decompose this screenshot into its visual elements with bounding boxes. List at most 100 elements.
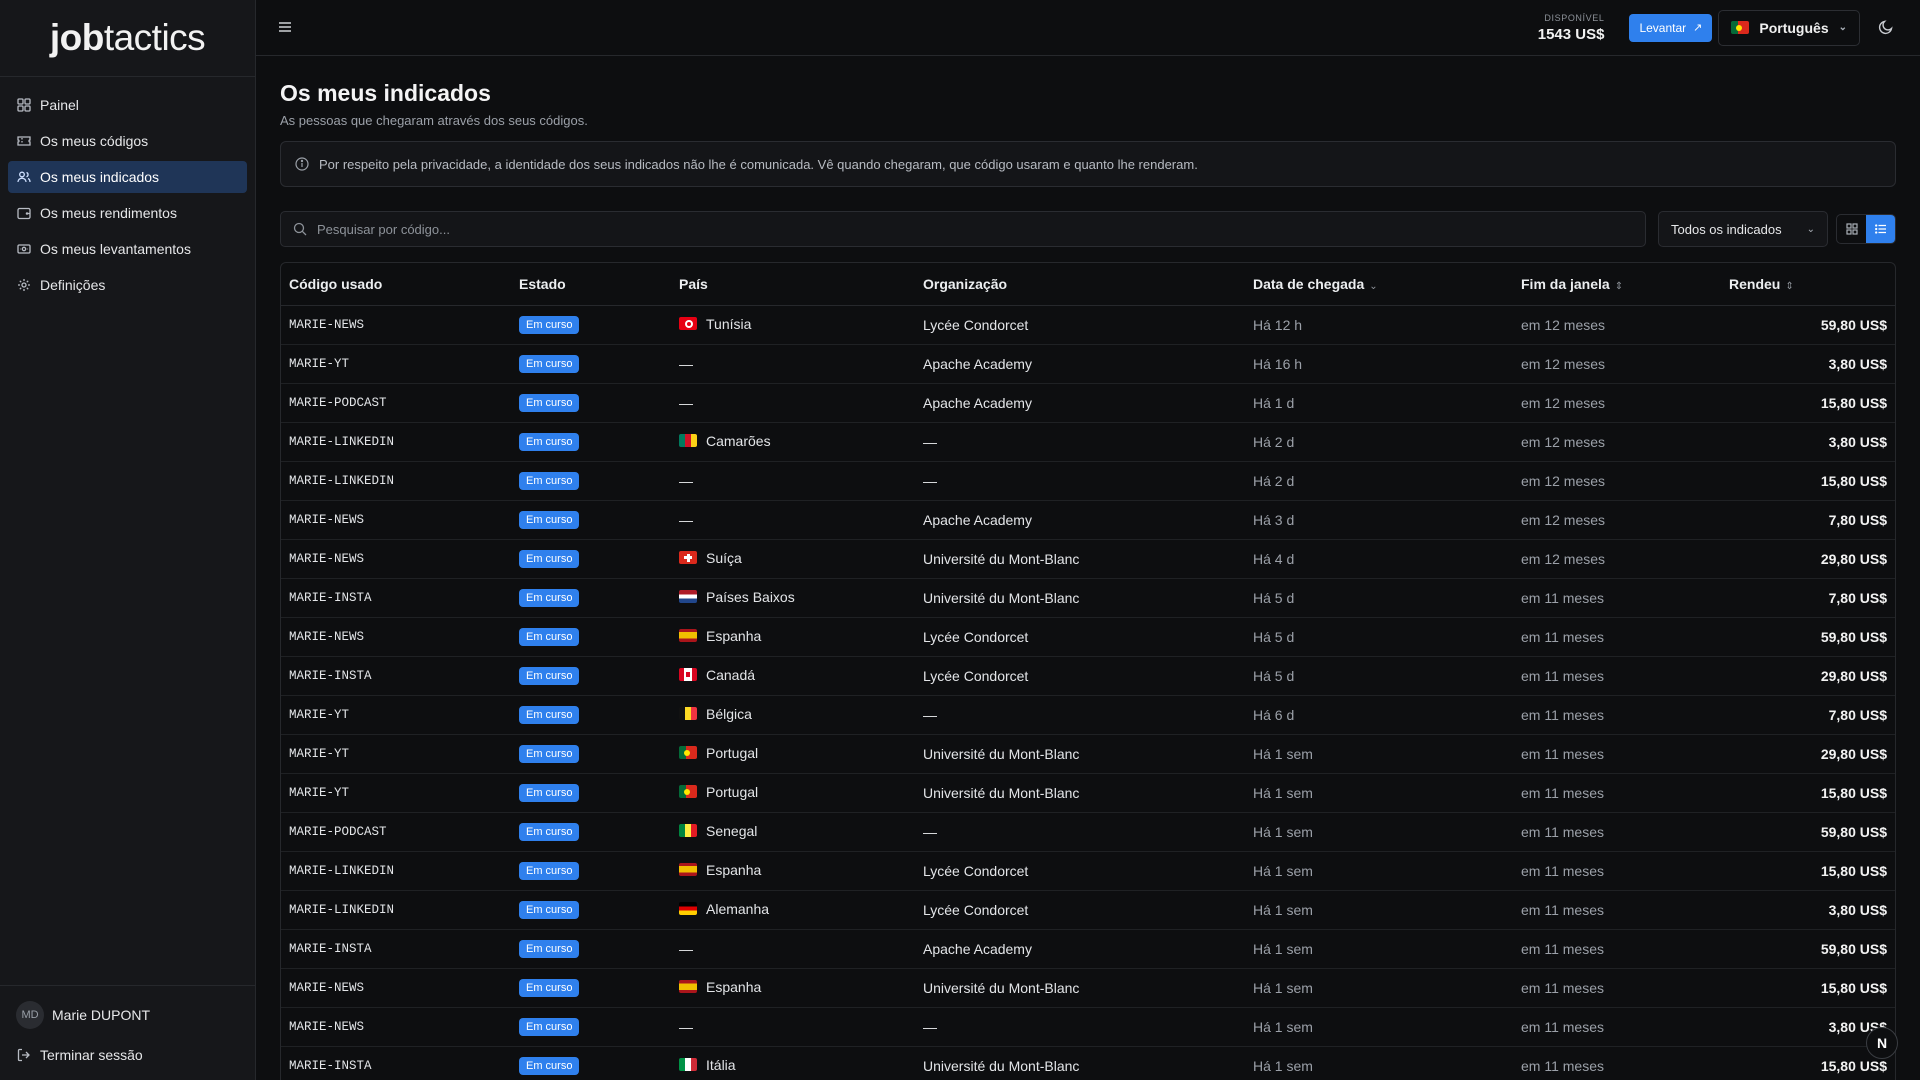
country-name: Alemanha <box>706 900 770 917</box>
sidebar-item-definicoes[interactable]: Definições <box>8 269 247 301</box>
code-cell: MARIE-LINKEDIN <box>281 890 511 930</box>
logout-button[interactable]: Terminar sessão <box>8 1038 247 1072</box>
status-cell: Em curso <box>511 500 671 540</box>
table-row[interactable]: MARIE-PODCAST Em curso Senegal — Há 1 sem em … <box>281 812 1895 852</box>
table-row[interactable]: MARIE-NEWS Em curso — — Há 1 sem em 11 meses 3… <box>281 1007 1895 1047</box>
table-row[interactable]: MARIE-NEWS Em curso Tunísia Lycée Condorcet… <box>281 305 1895 345</box>
it-flag-icon <box>679 1058 697 1072</box>
country: Alemanha <box>679 901 769 917</box>
portugal-flag-icon <box>1731 21 1750 34</box>
logout-icon <box>16 1047 32 1063</box>
table-row[interactable]: MARIE-INSTA Em curso — Apache Academy Há 1 s… <box>281 929 1895 969</box>
sidebar-item-painel[interactable]: Painel <box>8 89 247 121</box>
country-name: — <box>679 1018 693 1035</box>
country-name: Espanha <box>706 978 762 995</box>
table-row[interactable]: MARIE-LINKEDIN Em curso Camarões — Há 2 d em … <box>281 422 1895 462</box>
organization-cell: Apache Academy <box>915 383 1245 423</box>
table-row[interactable]: MARIE-INSTA Em curso Itália Université du M… <box>281 1046 1895 1080</box>
col-header-window-end[interactable]: Fim da janela ⇕ <box>1513 263 1721 306</box>
arrival-cell: Há 1 sem <box>1245 734 1513 774</box>
country-name: — <box>679 472 693 489</box>
withdraw-button[interactable]: Levantar ↗ <box>1629 13 1713 42</box>
table-header-row: Código usado Estado País Organização Dat… <box>281 263 1895 306</box>
organization-cell: Apache Academy <box>915 500 1245 540</box>
table-row[interactable]: MARIE-LINKEDIN Em curso Alemanha Lycée Cond… <box>281 890 1895 930</box>
notice-text: Por respeito pela privacidade, a identid… <box>319 156 1198 172</box>
filter-select[interactable]: Todos os indicados ⌄ <box>1658 211 1828 247</box>
sidebar-item-label: Definições <box>40 277 106 293</box>
table-row[interactable]: MARIE-NEWS Em curso Espanha Université du M… <box>281 968 1895 1008</box>
moon-icon[interactable] <box>1878 19 1896 37</box>
country-cell: Espanha <box>671 968 915 1008</box>
table-row[interactable]: MARIE-LINKEDIN Em curso Espanha Lycée Condo… <box>281 851 1895 891</box>
search-input[interactable] <box>317 221 1633 237</box>
sidebar-item-levantamentos[interactable]: Os meus levantamentos <box>8 233 247 265</box>
country-name: Camarões <box>706 432 771 449</box>
arrival-cell: Há 1 sem <box>1245 851 1513 891</box>
code-cell: MARIE-PODCAST <box>281 383 511 423</box>
col-header-status: Estado <box>511 263 671 306</box>
sidebar-item-label: Os meus códigos <box>40 133 149 149</box>
country-name: — <box>679 511 693 528</box>
organization-cell: Université du Mont-Blanc <box>915 773 1245 813</box>
sidebar-item-codigos[interactable]: Os meus códigos <box>8 125 247 157</box>
wallet-icon <box>16 205 32 221</box>
status-badge: Em curso <box>519 589 580 607</box>
sidebar-item-indicados[interactable]: Os meus indicados <box>8 161 247 193</box>
status-cell: Em curso <box>511 773 671 813</box>
chevron-down-icon: ⌄ <box>1838 22 1847 33</box>
language-label: Português <box>1759 19 1829 36</box>
table-row[interactable]: MARIE-NEWS Em curso Espanha Lycée Condorcet… <box>281 617 1895 657</box>
table-row[interactable]: MARIE-NEWS Em curso Suíça Université du Mon… <box>281 539 1895 579</box>
code-cell: MARIE-YT <box>281 344 511 384</box>
ch-flag-icon <box>679 551 697 565</box>
country-cell: Espanha <box>671 617 915 657</box>
table-row[interactable]: MARIE-YT Em curso Bélgica — Há 6 d em 11 mese… <box>281 695 1895 735</box>
country: Espanha <box>679 979 761 995</box>
table-row[interactable]: MARIE-LINKEDIN Em curso — — Há 2 d em 12 mese… <box>281 461 1895 501</box>
grid-view-button[interactable] <box>1837 215 1866 243</box>
country: Tunísia <box>679 316 751 332</box>
earned-cell: 29,80 US$ <box>1721 734 1895 774</box>
window-end-cell: em 11 meses <box>1513 1046 1721 1080</box>
table-row[interactable]: MARIE-YT Em curso Portugal Université du Mo… <box>281 773 1895 813</box>
status-badge: Em curso <box>519 979 580 997</box>
arrival-cell: Há 2 d <box>1245 422 1513 462</box>
status-badge: Em curso <box>519 628 580 646</box>
language-select[interactable]: Português ⌄ <box>1718 9 1860 46</box>
logo[interactable]: job tactics <box>0 0 255 77</box>
status-badge: Em curso <box>519 706 580 724</box>
status-badge: Em curso <box>519 472 580 490</box>
sn-flag-icon <box>679 824 697 838</box>
menu-icon[interactable] <box>278 20 294 36</box>
list-view-button[interactable] <box>1866 215 1895 243</box>
table-row[interactable]: MARIE-NEWS Em curso — Apache Academy Há 3 de… <box>281 500 1895 540</box>
table-row[interactable]: MARIE-PODCAST Em curso — Apache Academy Há 1… <box>281 383 1895 423</box>
table-row[interactable]: MARIE-YT Em curso Portugal Université du Mo… <box>281 734 1895 774</box>
sidebar-item-rendimentos[interactable]: Os meus rendimentos <box>8 197 247 229</box>
status-badge: Em curso <box>519 862 580 880</box>
table-body: MARIE-NEWS Em curso Tunísia Lycée Condorcet… <box>281 305 1895 1080</box>
country-name: — <box>679 355 693 372</box>
logo-text-light: tactics <box>103 17 206 58</box>
floating-action-button[interactable]: N <box>1866 1027 1898 1059</box>
window-end-cell: em 11 meses <box>1513 617 1721 657</box>
table-row[interactable]: MARIE-INSTA Em curso Países Baixos Universi… <box>281 578 1895 618</box>
table-row[interactable]: MARIE-INSTA Em curso Canadá Lycée Condorcet… <box>281 656 1895 696</box>
col-header-arrival-date[interactable]: Data de chegada ⌄ <box>1245 263 1513 306</box>
status-badge: Em curso <box>519 1018 580 1036</box>
tn-flag-icon <box>679 317 697 331</box>
col-header-label: Fim da janela <box>1521 275 1610 292</box>
table-row[interactable]: MARIE-YT Em curso — Apache Academy Há 16 h em… <box>281 344 1895 384</box>
country-name: Portugal <box>706 783 759 800</box>
col-header-earned[interactable]: Rendeu ⇕ <box>1721 263 1895 306</box>
user-profile[interactable]: MD Marie DUPONT <box>8 998 247 1032</box>
status-cell: Em curso <box>511 461 671 501</box>
sidebar-footer: MD Marie DUPONT Terminar sessão <box>0 985 255 1080</box>
arrival-cell: Há 1 d <box>1245 383 1513 423</box>
status-badge: Em curso <box>519 1057 580 1075</box>
status-cell: Em curso <box>511 305 671 345</box>
col-header-label: Rendeu <box>1729 275 1781 292</box>
banknote-icon <box>16 241 32 257</box>
country-cell: — <box>671 461 915 501</box>
